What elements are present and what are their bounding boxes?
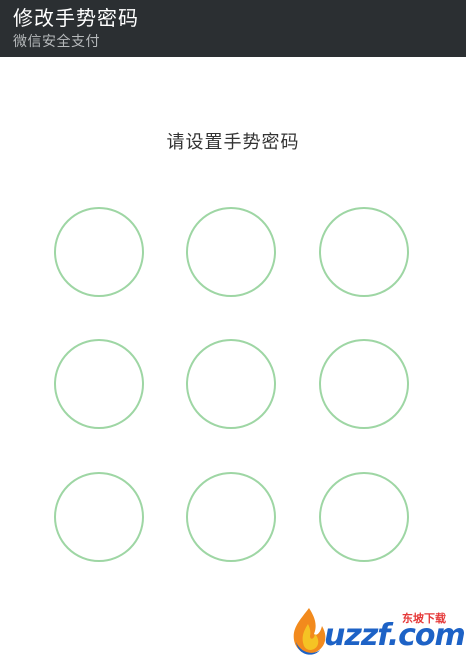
pattern-dot-8[interactable] <box>186 472 276 562</box>
pattern-dot-6[interactable] <box>319 339 409 429</box>
pattern-dot-7[interactable] <box>54 472 144 562</box>
watermark-tag: 东坡下载 <box>402 612 446 625</box>
gesture-pattern-grid <box>0 0 466 664</box>
pattern-dot-2[interactable] <box>186 207 276 297</box>
watermark-logo: uzzf.com 东坡下载 <box>284 600 466 660</box>
pattern-dot-3[interactable] <box>319 207 409 297</box>
pattern-dot-5[interactable] <box>186 339 276 429</box>
pattern-dot-4[interactable] <box>54 339 144 429</box>
pattern-dot-9[interactable] <box>319 472 409 562</box>
pattern-dot-1[interactable] <box>54 207 144 297</box>
